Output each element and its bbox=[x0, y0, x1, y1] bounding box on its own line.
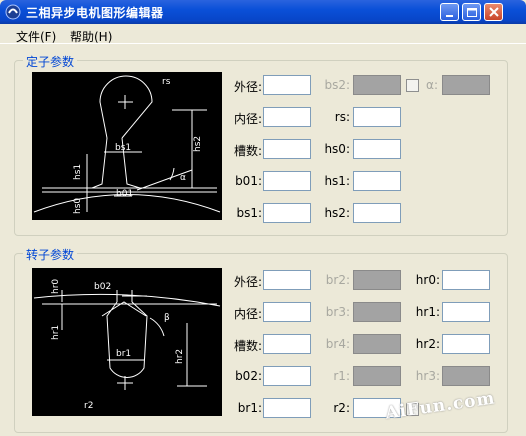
stator-col1-input-2[interactable] bbox=[263, 139, 311, 159]
rotor-label-r2: r2 bbox=[84, 401, 93, 411]
stator-label-bs1: bs1 bbox=[115, 143, 131, 153]
rotor-col1-input-2[interactable] bbox=[263, 334, 311, 354]
stator-label-b01: b01 bbox=[116, 189, 133, 199]
stator-col1-label-0: 外径: bbox=[233, 80, 262, 94]
close-button[interactable] bbox=[484, 3, 503, 21]
stator-col1-input-1[interactable] bbox=[263, 107, 311, 127]
rotor-col1-label-4: br1: bbox=[237, 401, 262, 415]
rotor-col2-input-0 bbox=[353, 270, 401, 290]
maximize-button[interactable] bbox=[462, 3, 481, 21]
rotor-slot-diagram: hr0 b02 hr1 β br1 hr2 r2 bbox=[32, 268, 222, 416]
rotor-col2-input-2 bbox=[353, 334, 401, 354]
stator-col2-label-3: hs1: bbox=[324, 174, 350, 188]
close-icon bbox=[489, 7, 499, 17]
rotor-label-hr1: hr1 bbox=[51, 325, 61, 340]
rotor-col2-label-1: br3: bbox=[325, 305, 350, 319]
stator-label-hs0: hs0 bbox=[73, 198, 83, 214]
stator-col2-label-2: hs0: bbox=[324, 142, 350, 156]
stator-alpha-label: α: bbox=[426, 78, 438, 92]
rotor-col1-label-3: b02: bbox=[235, 369, 262, 383]
rotor-col3-label-1: hr1: bbox=[415, 305, 440, 319]
stator-col2-input-2[interactable] bbox=[353, 139, 401, 159]
rotor-col2-input-3 bbox=[353, 366, 401, 386]
rotor-col3-label-2: hr2: bbox=[415, 337, 440, 351]
stator-col2-input-4[interactable] bbox=[353, 203, 401, 223]
stator-col2-input-0 bbox=[353, 75, 401, 95]
rotor-label-b02: b02 bbox=[94, 282, 111, 292]
rotor-col1-input-1[interactable] bbox=[263, 302, 311, 322]
rotor-col3-input-2[interactable] bbox=[442, 334, 490, 354]
stator-group-title: 定子参数 bbox=[23, 53, 78, 70]
stator-col2-label-0: bs2: bbox=[324, 78, 350, 92]
rotor-col1-label-0: 外径: bbox=[233, 275, 262, 289]
stator-col1-label-2: 槽数: bbox=[233, 144, 262, 158]
stator-col2-label-1: rs: bbox=[334, 110, 350, 124]
rotor-col2-input-1 bbox=[353, 302, 401, 322]
stator-slot-diagram: rs bs1 hs2 hs1 hs0 b01 α bbox=[32, 72, 222, 220]
stator-col1-label-1: 内径: bbox=[233, 112, 262, 126]
rotor-label-beta: β bbox=[164, 313, 170, 323]
stator-col1-input-4[interactable] bbox=[263, 203, 311, 223]
rotor-col3-input-1[interactable] bbox=[442, 302, 490, 322]
stator-col1-label-4: bs1: bbox=[236, 206, 262, 220]
rotor-col2-label-4: r2: bbox=[333, 401, 350, 415]
window-title: 三相异步电机图形编辑器 bbox=[26, 6, 164, 20]
rotor-col1-label-1: 内径: bbox=[233, 307, 262, 321]
stator-label-alpha: α bbox=[180, 173, 186, 183]
rotor-col1-input-3[interactable] bbox=[263, 366, 311, 386]
rotor-col2-label-3: r1: bbox=[333, 369, 350, 383]
maximize-icon bbox=[467, 8, 477, 17]
stator-col1-input-3[interactable] bbox=[263, 171, 311, 191]
minimize-button[interactable] bbox=[440, 3, 459, 21]
rotor-col1-input-0[interactable] bbox=[263, 270, 311, 290]
minimize-icon bbox=[446, 15, 453, 17]
stator-alpha-input bbox=[442, 75, 490, 95]
stator-label-rs: rs bbox=[162, 77, 171, 87]
rotor-label-br1: br1 bbox=[116, 349, 131, 359]
rotor-col2-label-2: br4: bbox=[325, 337, 350, 351]
rotor-col2-label-0: br2: bbox=[325, 273, 350, 287]
app-icon bbox=[5, 4, 21, 20]
stator-col2-input-1[interactable] bbox=[353, 107, 401, 127]
rotor-col3-label-3: hr3: bbox=[415, 369, 440, 383]
rotor-label-hr0: hr0 bbox=[51, 279, 61, 294]
menu-help[interactable]: 帮助(H) bbox=[70, 28, 112, 45]
stator-col2-label-4: hs2: bbox=[324, 206, 350, 220]
title-bar[interactable]: 三相异步电机图形编辑器 bbox=[0, 0, 526, 24]
rotor-group-title: 转子参数 bbox=[23, 246, 78, 263]
menu-file[interactable]: 文件(F) bbox=[16, 28, 56, 45]
stator-label-hs1: hs1 bbox=[73, 164, 83, 180]
menu-bar: 文件(F) 帮助(H) bbox=[0, 24, 526, 44]
rotor-col1-label-2: 槽数: bbox=[233, 339, 262, 353]
stator-col1-input-0[interactable] bbox=[263, 75, 311, 95]
rotor-col3-label-0: hr0: bbox=[415, 273, 440, 287]
stator-col1-label-3: b01: bbox=[235, 174, 262, 188]
rotor-label-hr2: hr2 bbox=[175, 349, 185, 364]
rotor-col3-input-3 bbox=[442, 366, 490, 386]
stator-label-hs2: hs2 bbox=[193, 136, 203, 152]
stator-col2-input-3[interactable] bbox=[353, 171, 401, 191]
rotor-col3-input-0[interactable] bbox=[442, 270, 490, 290]
rotor-col1-input-4[interactable] bbox=[263, 398, 311, 418]
